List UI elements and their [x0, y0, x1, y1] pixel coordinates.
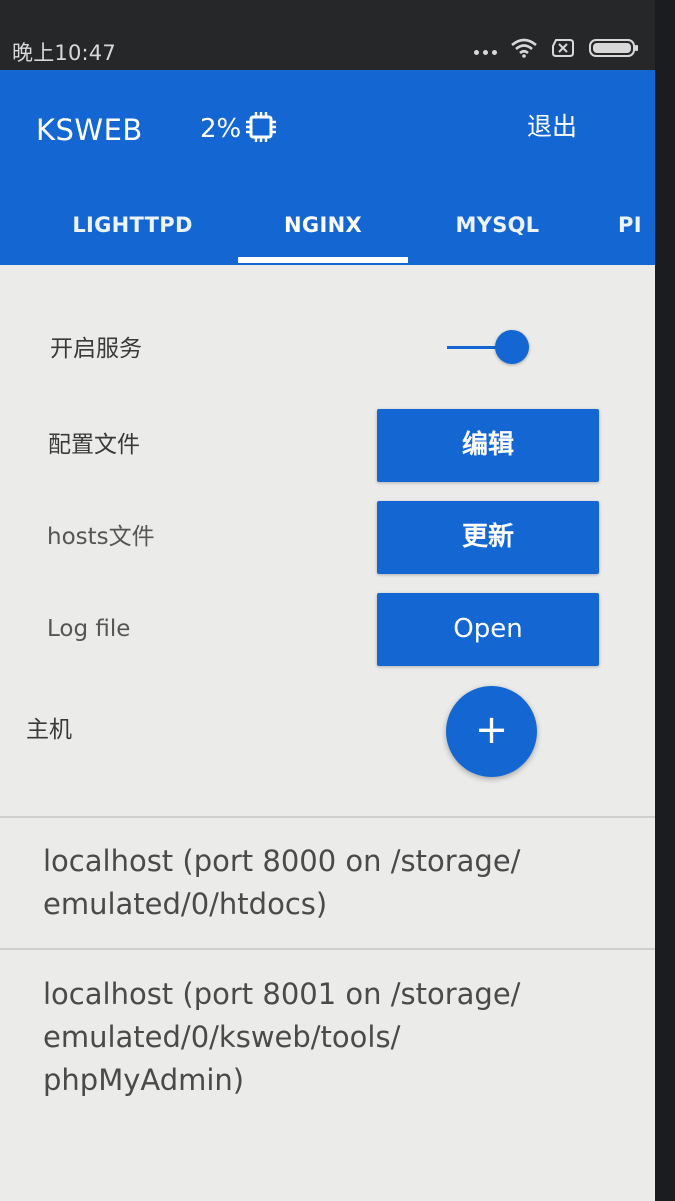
host-line: localhost (port 8001 on /storage/ — [43, 977, 521, 1011]
log-file-label: Log file — [47, 616, 131, 642]
host-list-item[interactable]: localhost (port 8001 on /storage/ emulat… — [43, 973, 603, 1102]
status-bar: 晚上10:47 — [0, 0, 655, 70]
host-line: phpMyAdmin) — [43, 1063, 245, 1097]
tab-php[interactable]: PI — [618, 190, 655, 265]
status-time: 晚上10:47 — [12, 41, 116, 65]
app-screen: 晚上10:47 KSWEB 2% 退出 LIGHTTPD NGINX MYSQL… — [0, 0, 655, 1201]
tab-nginx[interactable]: NGINX — [238, 190, 408, 265]
cpu-usage-text: 2% — [200, 114, 242, 144]
divider — [0, 948, 655, 950]
tab-mysql[interactable]: MYSQL — [420, 190, 575, 265]
sim-off-icon — [552, 39, 574, 57]
host-line: localhost (port 8000 on /storage/ — [43, 844, 521, 878]
tab-row: LIGHTTPD NGINX MYSQL PI — [0, 190, 655, 265]
wifi-icon — [511, 38, 537, 58]
hosts-file-label: hosts文件 — [47, 524, 155, 550]
service-toggle[interactable] — [447, 330, 531, 366]
more-dots-icon — [474, 49, 497, 55]
tab-lighttpd[interactable]: LIGHTTPD — [40, 190, 225, 265]
app-bar: KSWEB 2% 退出 LIGHTTPD NGINX MYSQL PI — [0, 70, 655, 265]
add-host-button[interactable]: + — [446, 686, 537, 777]
update-hosts-button[interactable]: 更新 — [377, 501, 599, 574]
config-file-label: 配置文件 — [48, 432, 140, 458]
tab-active-indicator — [238, 257, 408, 263]
battery-icon — [589, 39, 638, 57]
app-title: KSWEB — [36, 113, 143, 147]
divider — [0, 816, 655, 818]
edit-config-button[interactable]: 编辑 — [377, 409, 599, 482]
host-list-item[interactable]: localhost (port 8000 on /storage/ emulat… — [43, 840, 603, 926]
host-line: emulated/0/htdocs) — [43, 887, 328, 921]
service-label: 开启服务 — [50, 336, 142, 362]
exit-button[interactable]: 退出 — [527, 110, 577, 144]
status-icons — [474, 38, 639, 58]
cpu-chip-icon — [246, 112, 276, 142]
host-line: emulated/0/ksweb/tools/ — [43, 1020, 401, 1054]
host-section-label: 主机 — [26, 717, 72, 743]
open-log-button[interactable]: Open — [377, 593, 599, 666]
toggle-thumb — [495, 330, 529, 364]
